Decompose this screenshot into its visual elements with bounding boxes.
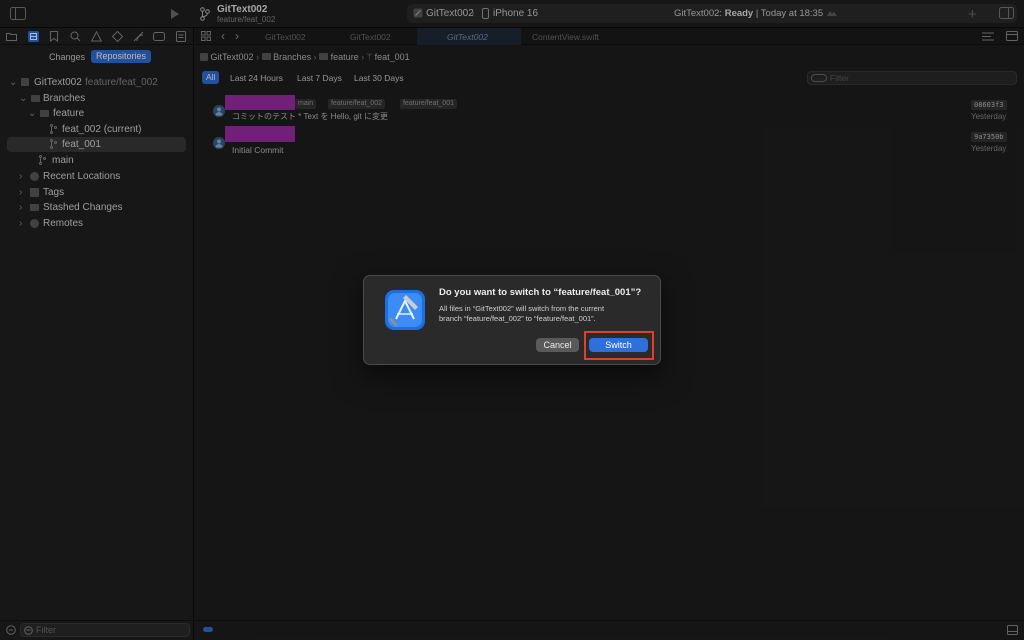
switch-branch-dialog: Do you want to switch to “feature/feat_0… (363, 275, 661, 365)
dialog-title: Do you want to switch to “feature/feat_0… (439, 287, 642, 298)
dialog-body-line-2: branch “feature/feat_002” to “feature/fe… (439, 314, 596, 323)
dialog-body-line-1: All files in “GitText002” will switch fr… (439, 304, 605, 313)
cancel-button[interactable]: Cancel (536, 338, 579, 352)
switch-button[interactable]: Switch (589, 338, 648, 352)
xcode-app-icon (384, 289, 426, 331)
